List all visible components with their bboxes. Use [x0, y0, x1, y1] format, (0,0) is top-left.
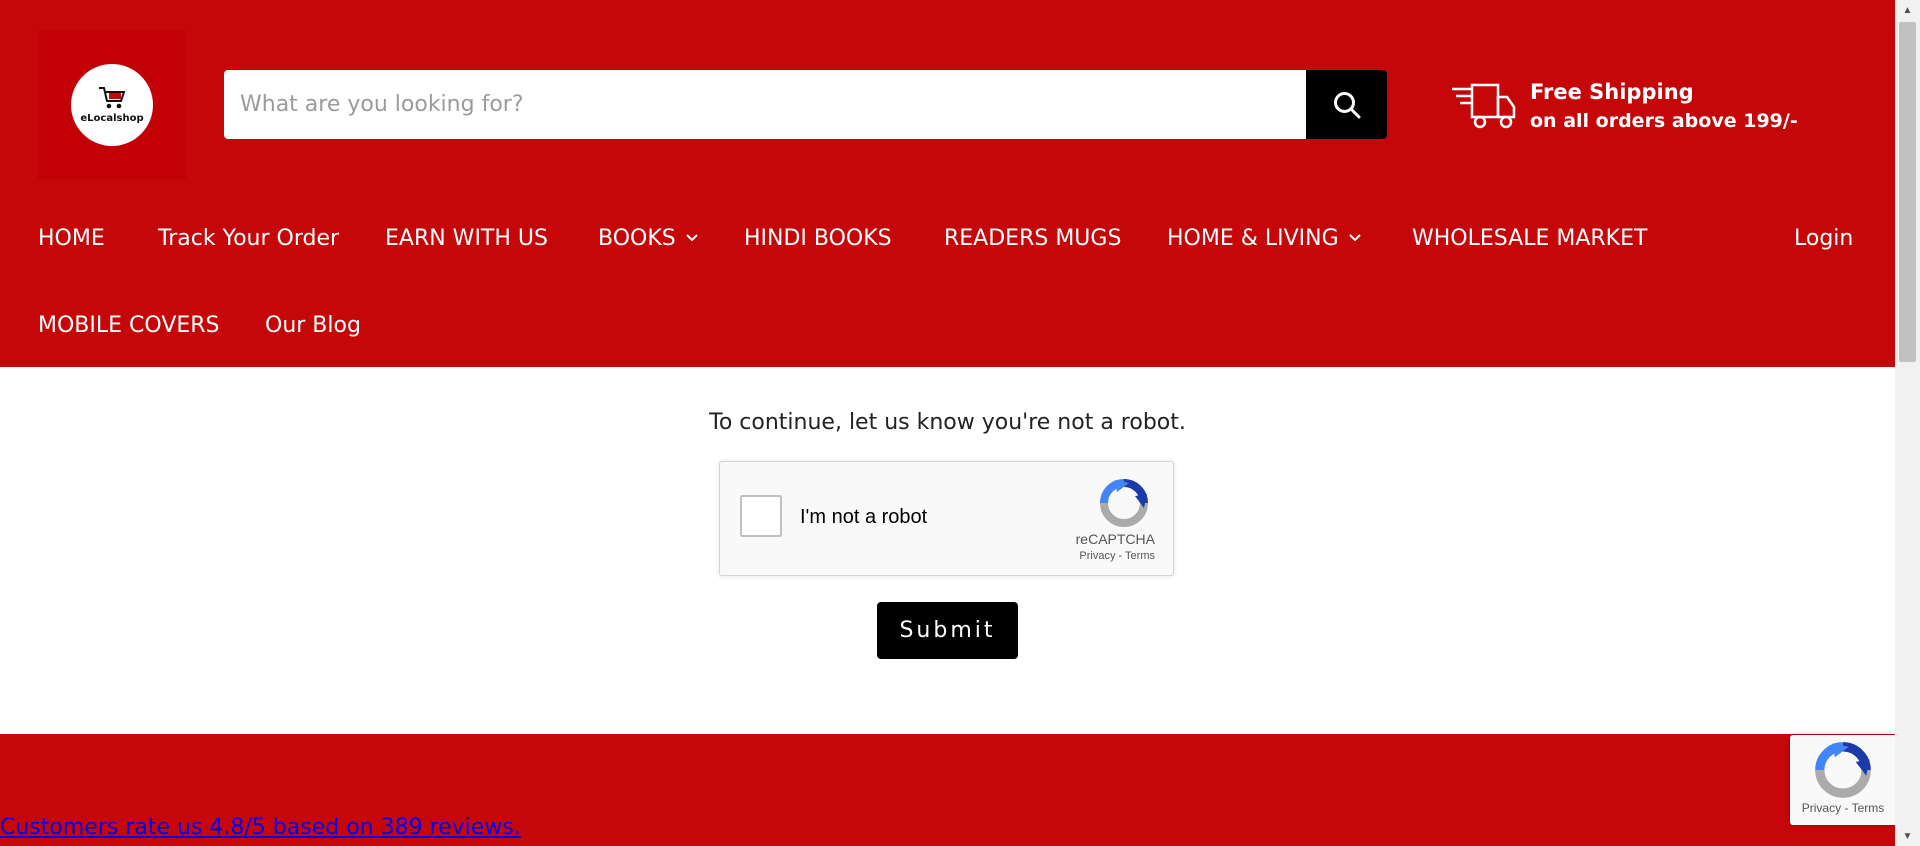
robot-message: To continue, let us know you're not a ro…	[709, 410, 1186, 435]
badge-separator: -	[1841, 801, 1852, 815]
main-content: To continue, let us know you're not a ro…	[0, 367, 1895, 734]
logo-circle: eLocalshop	[71, 63, 153, 146]
badge-terms-link[interactable]: Terms	[1852, 801, 1885, 815]
nav-item-track-order[interactable]: Track Your Order	[158, 208, 339, 268]
nav-item-earn-with-us[interactable]: EARN WITH US	[385, 208, 548, 268]
recaptcha-label: I'm not a robot	[800, 506, 928, 528]
site-footer: Customers rate us 4.8/5 based on 389 rev…	[0, 734, 1895, 846]
free-shipping-banner: Free Shipping on all orders above 199/-	[1450, 78, 1798, 136]
scrollbar-thumb[interactable]	[1899, 22, 1916, 362]
nav-item-books[interactable]: BOOKS	[598, 208, 698, 268]
scroll-down-arrow-icon[interactable]: ▼	[1895, 826, 1920, 846]
recaptcha-privacy-link[interactable]: Privacy	[1079, 550, 1115, 562]
recaptcha-brand: reCAPTCHA	[1075, 531, 1155, 547]
recaptcha-links: Privacy - Terms	[1079, 550, 1155, 562]
chevron-down-icon	[1348, 234, 1361, 242]
nav-item-label: Track Your Order	[158, 225, 340, 251]
submit-button[interactable]: Submit	[877, 602, 1018, 659]
recaptcha-icon	[1815, 742, 1871, 798]
nav-item-mobile-covers[interactable]: MOBILE COVERS	[38, 295, 220, 355]
search-icon	[1333, 91, 1360, 118]
logo[interactable]: eLocalshop	[38, 30, 186, 179]
cart-icon	[99, 87, 126, 109]
shipping-subtitle: on all orders above 199/-	[1530, 110, 1798, 132]
reviews-link[interactable]: Customers rate us 4.8/5 based on 389 rev…	[0, 815, 521, 840]
login-label: Login	[1794, 225, 1854, 251]
recaptcha-terms-link[interactable]: Terms	[1125, 550, 1155, 562]
nav-item-label: BOOKS	[598, 225, 676, 251]
recaptcha-checkbox[interactable]	[740, 495, 782, 537]
nav-item-home-living[interactable]: HOME & LIVING	[1167, 208, 1361, 268]
nav-item-label: HOME	[38, 225, 105, 251]
nav-item-label: HOME & LIVING	[1167, 225, 1339, 251]
truck-icon	[1452, 83, 1516, 129]
nav-item-label: EARN WITH US	[385, 225, 548, 251]
chevron-down-icon	[686, 234, 698, 242]
search-input[interactable]	[224, 70, 1306, 139]
login-link[interactable]: Login	[1794, 208, 1853, 268]
nav-item-our-blog[interactable]: Our Blog	[265, 295, 361, 355]
search-button[interactable]	[1306, 70, 1387, 139]
recaptcha-icon	[1100, 479, 1148, 527]
nav-item-label: READERS MUGS	[944, 225, 1122, 251]
nav-item-hindi-books[interactable]: HINDI BOOKS	[744, 208, 892, 268]
page: eLocalshop Free Sh	[0, 0, 1900, 846]
nav-item-label: WHOLESALE MARKET	[1412, 225, 1648, 251]
vertical-scrollbar[interactable]: ▲ ▼	[1895, 0, 1920, 846]
nav-item-home[interactable]: HOME	[38, 208, 105, 268]
logo-text: eLocalshop	[80, 113, 144, 124]
search-bar	[224, 70, 1387, 139]
nav-item-label: MOBILE COVERS	[38, 312, 220, 338]
nav-item-wholesale-market[interactable]: WHOLESALE MARKET	[1412, 208, 1647, 268]
recaptcha-widget: I'm not a robot reCAPTCHA Privacy - Term…	[719, 461, 1174, 576]
scroll-up-arrow-icon[interactable]: ▲	[1895, 0, 1920, 20]
nav-item-label: Our Blog	[265, 312, 361, 338]
recaptcha-badge[interactable]: Privacy - Terms	[1790, 735, 1896, 825]
nav-item-readers-mugs[interactable]: READERS MUGS	[944, 208, 1121, 268]
badge-links: Privacy - Terms	[1802, 801, 1884, 815]
shipping-title: Free Shipping	[1530, 80, 1694, 104]
badge-privacy-link[interactable]: Privacy	[1802, 801, 1841, 815]
recaptcha-separator: -	[1115, 550, 1126, 562]
nav-item-label: HINDI BOOKS	[744, 225, 892, 251]
shipping-text: Free Shipping on all orders above 199/-	[1530, 78, 1798, 136]
site-header: eLocalshop Free Sh	[0, 0, 1895, 367]
